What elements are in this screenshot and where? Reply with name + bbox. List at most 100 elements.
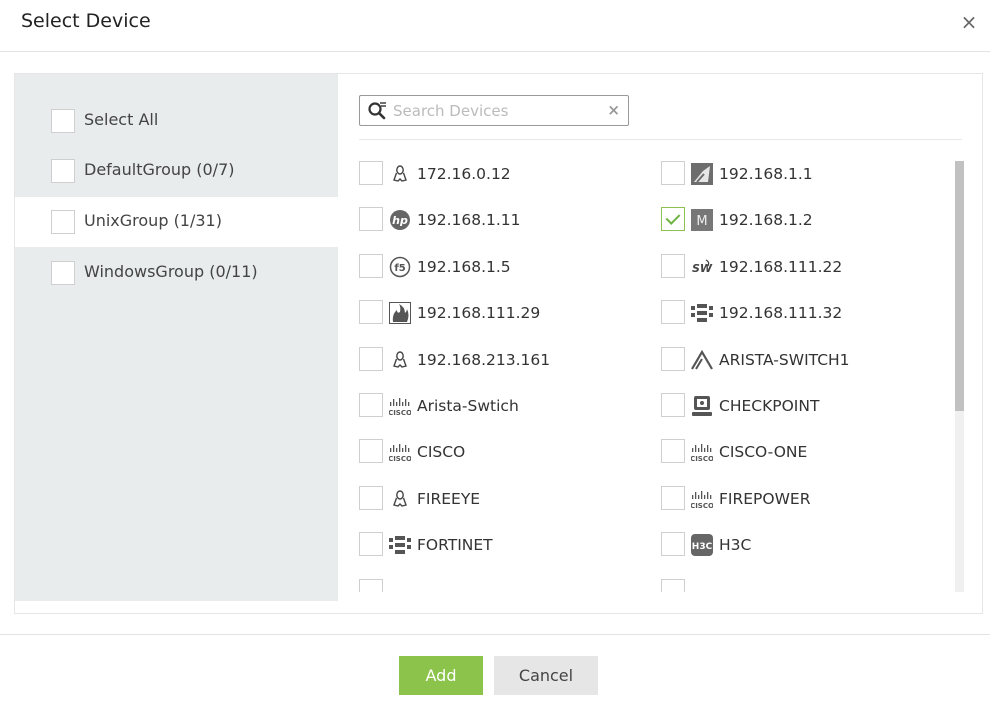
group-list: Select All DefaultGroup (0/7) UnixGroup (1…: [15, 74, 338, 601]
device-checkbox[interactable]: [661, 532, 685, 556]
device-checkbox[interactable]: [359, 532, 383, 556]
close-icon[interactable]: ×: [958, 10, 980, 34]
group-checkbox[interactable]: [51, 210, 75, 234]
group-checkbox[interactable]: [51, 261, 75, 285]
device-name: 172.16.0.12: [417, 165, 511, 183]
group-item[interactable]: WindowsGroup (0/11): [15, 248, 338, 298]
device-checkbox[interactable]: [661, 254, 685, 278]
device-item[interactable]: 192.168.111.29: [359, 300, 649, 326]
firewall-icon: [389, 302, 411, 324]
cisco-icon: CISCO: [389, 441, 411, 463]
search-box[interactable]: ×: [359, 95, 629, 126]
device-name: ARISTA-SWITCH1: [719, 351, 850, 369]
svg-text:H3C: H3C: [692, 542, 713, 552]
device-item[interactable]: CHECKPOINT: [661, 393, 951, 419]
hp-icon: hp: [389, 209, 411, 231]
device-item[interactable]: M 192.168.1.2: [661, 207, 951, 233]
device-checkbox[interactable]: [359, 579, 383, 592]
group-label: DefaultGroup (0/7): [84, 160, 235, 179]
device-item[interactable]: CISCO Arista-Swtich: [359, 393, 649, 419]
device-item[interactable]: FIREEYE: [359, 486, 649, 512]
cisco-icon: CISCO: [691, 488, 713, 510]
add-button[interactable]: Add: [399, 656, 483, 695]
device-item[interactable]: 192.168.213.161: [359, 347, 649, 373]
device-name: 192.168.111.29: [417, 304, 541, 322]
device-item[interactable]: SW 192.168.111.22: [661, 254, 951, 280]
device-name: 192.168.1.2: [719, 211, 813, 229]
checkpoint-icon: [691, 395, 713, 417]
scrollbar-thumb[interactable]: [955, 161, 964, 411]
group-item[interactable]: UnixGroup (1/31): [15, 197, 338, 247]
device-item[interactable]: CISCO CISCO: [359, 439, 649, 465]
device-item[interactable]: 172.16.0.12: [359, 161, 649, 187]
select-all-item[interactable]: Select All: [15, 96, 338, 146]
device-name: 192.168.213.161: [417, 351, 551, 369]
device-item[interactable]: f5 192.168.1.5: [359, 254, 649, 280]
dialog-title: Select Device: [21, 10, 151, 32]
device-checkbox[interactable]: [661, 300, 685, 324]
m-icon: M: [691, 209, 713, 231]
group-item[interactable]: DefaultGroup (0/7): [15, 146, 338, 196]
fortinet-icon: [389, 534, 411, 556]
device-item[interactable]: hp 192.168.1.11: [359, 207, 649, 233]
svg-text:CISCO: CISCO: [691, 455, 713, 462]
device-item[interactable]: 192.168.1.1: [661, 161, 951, 187]
device-name: 192.168.111.32: [719, 304, 843, 322]
footer-divider: [0, 634, 990, 635]
svg-text:M: M: [696, 214, 707, 229]
svg-text:CISCO: CISCO: [389, 455, 411, 462]
device-checkbox[interactable]: [661, 393, 685, 417]
device-name: CISCO-ONE: [719, 443, 808, 461]
device-checkbox[interactable]: [661, 439, 685, 463]
search-input[interactable]: [393, 99, 603, 123]
dialog-header: Select Device ×: [0, 0, 990, 52]
device-checkbox[interactable]: [359, 161, 383, 185]
device-name: FIREPOWER: [719, 490, 811, 508]
device-checkbox[interactable]: [661, 347, 685, 371]
device-checkbox[interactable]: [359, 347, 383, 371]
svg-text:CISCO: CISCO: [389, 409, 411, 416]
device-item[interactable]: CISCO FIREPOWER: [661, 486, 951, 512]
device-checkbox[interactable]: [359, 300, 383, 324]
svg-text:f5: f5: [394, 263, 405, 274]
device-name: 192.168.1.1: [719, 165, 813, 183]
svg-text:CISCO: CISCO: [691, 502, 713, 509]
device-item[interactable]: FORTINET: [359, 532, 649, 558]
group-label: WindowsGroup (0/11): [84, 262, 258, 281]
device-checkbox[interactable]: [661, 207, 685, 231]
device-name: 192.168.111.22: [719, 258, 843, 276]
arista-icon: [691, 349, 713, 371]
sw-icon: SW: [691, 256, 713, 278]
device-item[interactable]: 192.168.111.32: [661, 300, 951, 326]
linux-icon: [389, 163, 411, 185]
device-checkbox[interactable]: [661, 579, 685, 592]
device-checkbox[interactable]: [359, 393, 383, 417]
h3c-icon: H3C: [691, 534, 713, 556]
device-checkbox[interactable]: [359, 486, 383, 510]
device-name: Arista-Swtich: [417, 397, 519, 415]
device-name: FIREEYE: [417, 490, 481, 508]
cancel-button[interactable]: Cancel: [494, 656, 598, 695]
group-checkbox[interactable]: [51, 159, 75, 183]
group-checkbox[interactable]: [51, 109, 75, 133]
device-checkbox[interactable]: [359, 207, 383, 231]
search-filter-icon[interactable]: [367, 101, 387, 121]
dialog-body: Select All DefaultGroup (0/7) UnixGroup (1…: [14, 73, 983, 614]
device-name: 192.168.1.11: [417, 211, 521, 229]
divider: [359, 139, 962, 140]
fortinet-icon: [691, 302, 713, 324]
clear-search-icon[interactable]: ×: [607, 101, 620, 119]
device-checkbox[interactable]: [661, 161, 685, 185]
f5-icon: f5: [389, 256, 411, 278]
device-checkbox[interactable]: [359, 439, 383, 463]
cisco-icon: CISCO: [389, 395, 411, 417]
device-item[interactable]: CISCO CISCO-ONE: [661, 439, 951, 465]
device-item[interactable]: ARISTA-SWITCH1: [661, 347, 951, 373]
device-checkbox[interactable]: [359, 254, 383, 278]
device-list: 172.16.0.12 192.168.1.1 hp 192.168.1.11 M 192…: [359, 161, 954, 592]
device-panel: × 172.16.0.12192.168.1.1hp192.168.1.11M1…: [338, 74, 983, 613]
device-item[interactable]: H3C H3C: [661, 532, 951, 558]
svg-text:hp: hp: [392, 214, 408, 227]
device-list-scrollbar[interactable]: [955, 161, 964, 592]
device-checkbox[interactable]: [661, 486, 685, 510]
